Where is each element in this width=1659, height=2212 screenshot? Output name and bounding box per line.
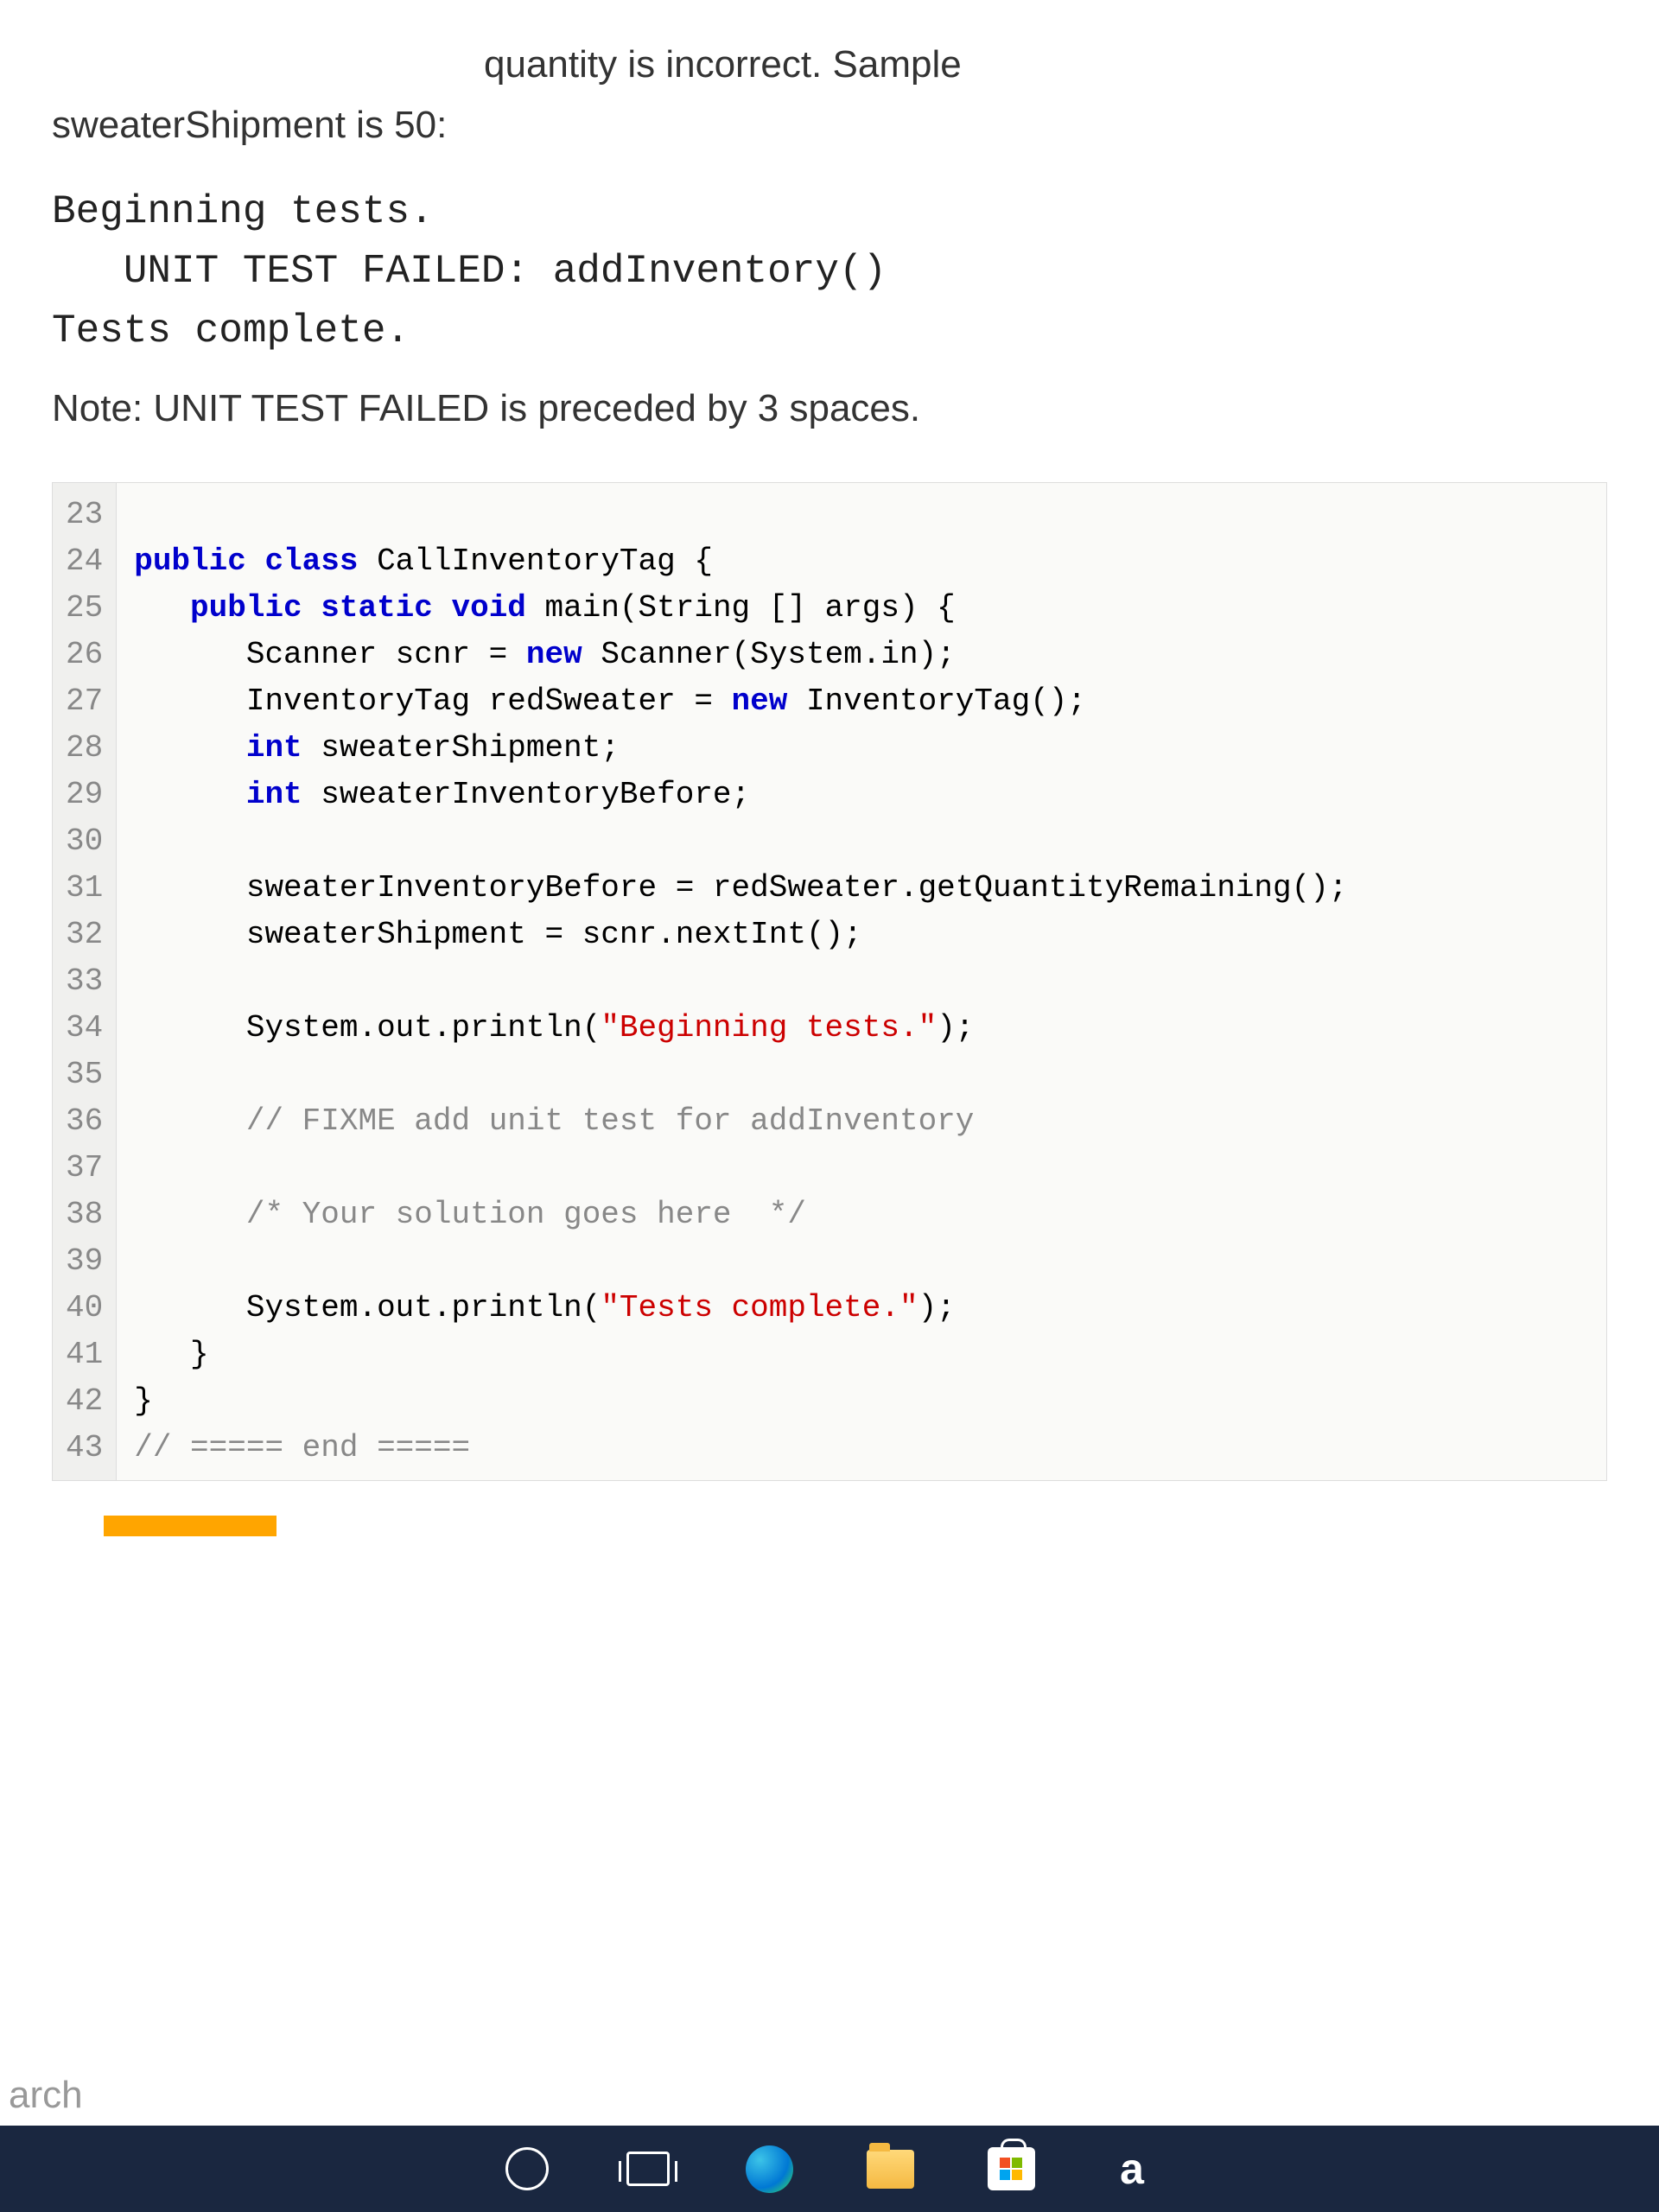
line-number: 29 [66, 772, 103, 818]
code-line[interactable]: System.out.println("Beginning tests."); [134, 1005, 1589, 1052]
microsoft-store-button[interactable] [985, 2143, 1037, 2195]
intro-fragment: quantity is incorrect. Sample [484, 43, 962, 86]
out1: Beginning tests. [52, 189, 434, 234]
code-line[interactable] [134, 492, 1589, 538]
cortana-icon [505, 2147, 549, 2190]
line-number: 31 [66, 865, 103, 912]
line-number: 38 [66, 1192, 103, 1238]
line-number: 34 [66, 1005, 103, 1052]
progress-indicator [104, 1516, 276, 1536]
code-line[interactable]: sweaterInventoryBefore = redSweater.getQ… [134, 865, 1589, 912]
line-number: 23 [66, 492, 103, 538]
folder-icon [867, 2150, 914, 2189]
code-line[interactable] [134, 958, 1589, 1005]
problem-intro: quantity is incorrect. Sample sweaterShi… [52, 35, 1607, 156]
note: Note: UNIT TEST FAILED is preceded by 3 … [52, 387, 1607, 430]
code-line[interactable]: } [134, 1378, 1589, 1425]
amazon-button[interactable]: a [1106, 2143, 1158, 2195]
task-view-icon [626, 2152, 670, 2186]
line-number: 26 [66, 632, 103, 678]
line-number: 32 [66, 912, 103, 958]
windows-taskbar[interactable]: a [0, 2126, 1659, 2212]
code-editor[interactable]: 2324252627282930313233343536373839404142… [52, 482, 1607, 1481]
code-line[interactable]: sweaterShipment = scnr.nextInt(); [134, 912, 1589, 958]
out3: Tests complete. [52, 308, 410, 353]
search-text[interactable]: arch [9, 2074, 83, 2117]
out2: UNIT TEST FAILED: addInventory() [52, 249, 887, 294]
code-line[interactable]: System.out.println("Tests complete."); [134, 1285, 1589, 1332]
line-number: 39 [66, 1238, 103, 1285]
code-line[interactable] [134, 1145, 1589, 1192]
code-line[interactable]: public static void main(String [] args) … [134, 585, 1589, 632]
code-line[interactable] [134, 1052, 1589, 1098]
code-line[interactable]: InventoryTag redSweater = new InventoryT… [134, 678, 1589, 725]
line-number: 24 [66, 538, 103, 585]
line-number: 37 [66, 1145, 103, 1192]
intro2: sweaterShipment is 50: [52, 104, 447, 146]
code-line[interactable]: int sweaterInventoryBefore; [134, 772, 1589, 818]
line-number: 42 [66, 1378, 103, 1425]
file-explorer-button[interactable] [864, 2143, 916, 2195]
code-line[interactable]: Scanner scnr = new Scanner(System.in); [134, 632, 1589, 678]
code-line[interactable]: public class CallInventoryTag { [134, 538, 1589, 585]
code-line[interactable]: /* Your solution goes here */ [134, 1192, 1589, 1238]
cortana-button[interactable] [501, 2143, 553, 2195]
sample-output: Beginning tests. UNIT TEST FAILED: addIn… [52, 182, 1607, 361]
edge-icon [746, 2145, 793, 2193]
code-line[interactable]: // ===== end ===== [134, 1425, 1589, 1471]
line-number: 28 [66, 725, 103, 772]
line-number: 40 [66, 1285, 103, 1332]
line-number: 35 [66, 1052, 103, 1098]
content-area: quantity is incorrect. Sample sweaterShi… [0, 0, 1659, 2126]
line-number: 36 [66, 1098, 103, 1145]
code-line[interactable]: } [134, 1332, 1589, 1378]
line-number: 33 [66, 958, 103, 1005]
code-line[interactable] [134, 818, 1589, 865]
store-icon [988, 2147, 1035, 2190]
code-line[interactable] [134, 1238, 1589, 1285]
line-number: 27 [66, 678, 103, 725]
edge-button[interactable] [743, 2143, 795, 2195]
amazon-icon: a [1120, 2144, 1144, 2194]
task-view-button[interactable] [622, 2143, 674, 2195]
code-line[interactable]: // FIXME add unit test for addInventory [134, 1098, 1589, 1145]
line-number-gutter: 2324252627282930313233343536373839404142… [53, 483, 117, 1480]
code-content[interactable]: public class CallInventoryTag { public s… [117, 483, 1606, 1480]
code-line[interactable]: int sweaterShipment; [134, 725, 1589, 772]
line-number: 41 [66, 1332, 103, 1378]
line-number: 25 [66, 585, 103, 632]
line-number: 43 [66, 1425, 103, 1471]
line-number: 30 [66, 818, 103, 865]
